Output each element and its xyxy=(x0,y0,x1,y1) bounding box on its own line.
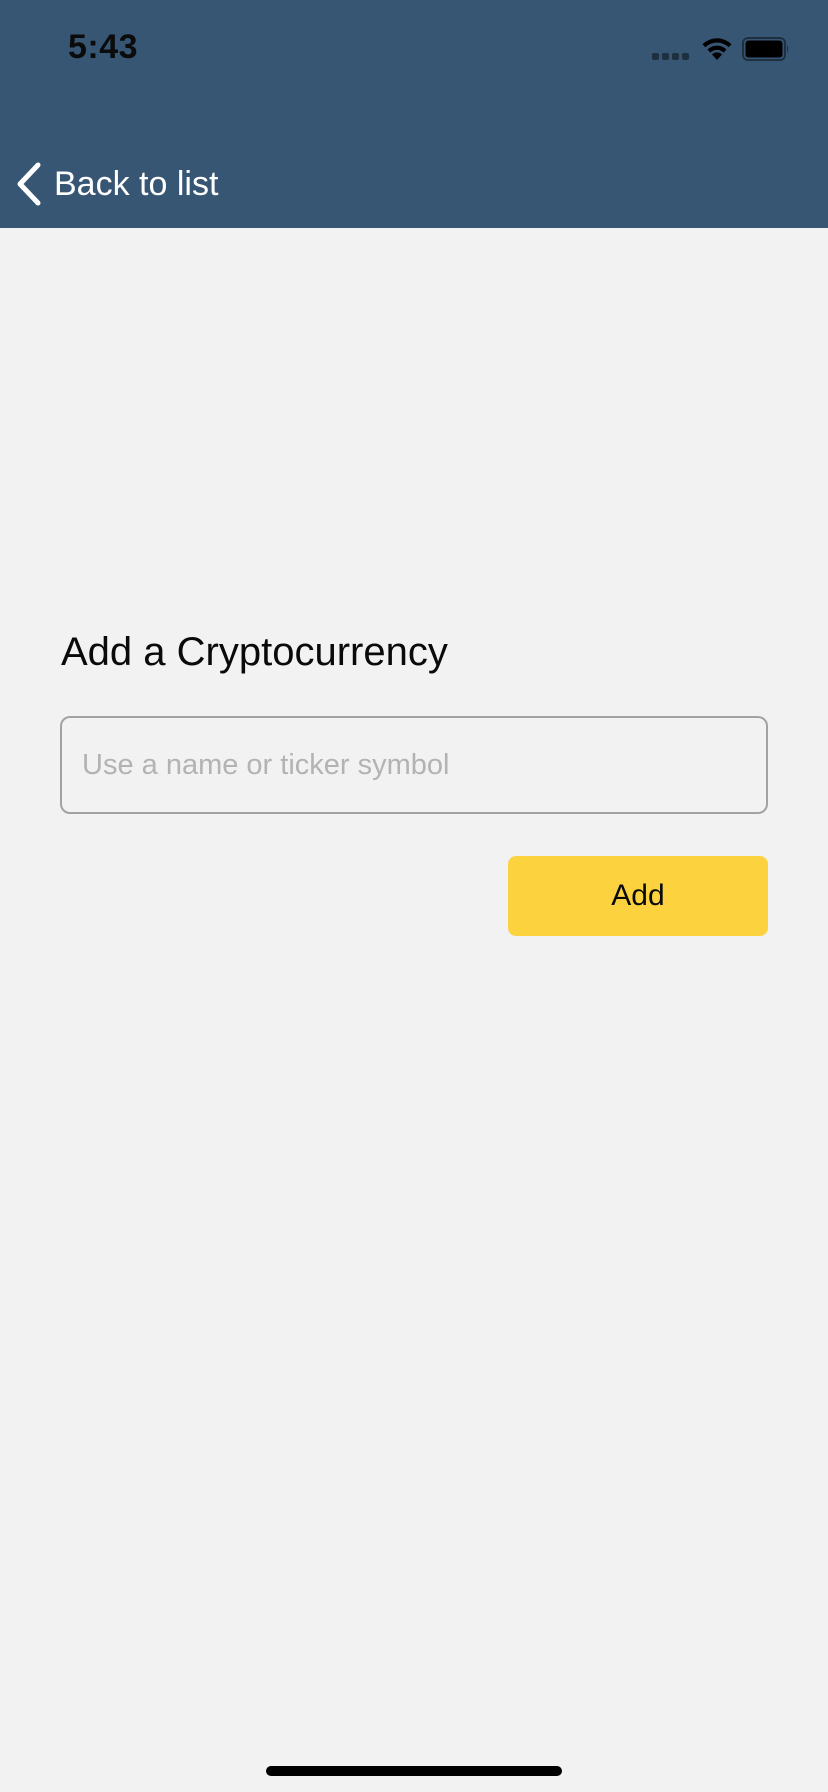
back-to-list-button[interactable]: Back to list xyxy=(14,160,218,208)
crypto-search-input[interactable] xyxy=(60,716,768,814)
navigation-header: 5:43 Back to list xyxy=(0,0,828,228)
back-button-label: Back to list xyxy=(54,165,219,203)
battery-icon xyxy=(742,37,789,61)
page-title: Add a Cryptocurrency xyxy=(61,630,448,674)
status-bar-time: 5:43 xyxy=(68,28,139,66)
wifi-icon xyxy=(702,38,732,60)
cellular-signal-icon xyxy=(652,53,690,61)
chevron-left-icon xyxy=(17,162,41,206)
add-button[interactable]: Add xyxy=(508,856,768,936)
home-indicator[interactable] xyxy=(266,1766,562,1776)
